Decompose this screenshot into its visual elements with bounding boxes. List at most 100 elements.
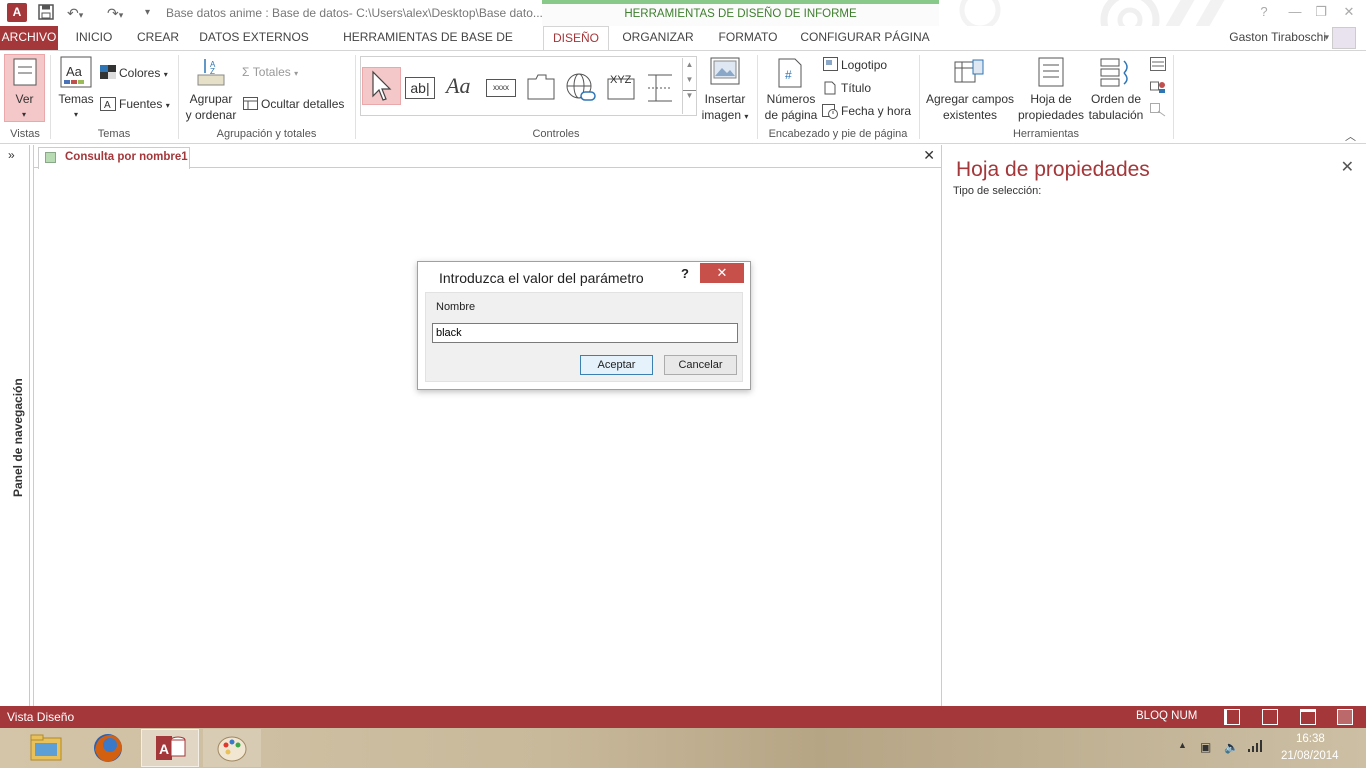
query-icon <box>45 152 56 163</box>
page-break-control-icon[interactable] <box>646 73 674 106</box>
numeros-label-2[interactable]: de página <box>762 108 820 123</box>
avatar[interactable] <box>1332 27 1356 49</box>
colors-icon[interactable] <box>100 65 116 82</box>
hoja-propiedades-label-2[interactable]: propiedades <box>1016 108 1086 123</box>
cancelar-button[interactable]: Cancelar <box>664 355 737 375</box>
insertar-label[interactable]: Insertar <box>697 92 753 107</box>
hoja-propiedades-label-1[interactable]: Hoja de <box>1016 92 1086 107</box>
tab-crear[interactable]: CREAR <box>130 26 186 50</box>
orden-tabulacion-label-2[interactable]: tabulación <box>1086 108 1146 123</box>
document-tab-label: Consulta por nombre1 <box>65 151 188 163</box>
numeros-label-1[interactable]: Números <box>762 92 820 107</box>
report-view-icon[interactable] <box>1224 709 1240 725</box>
expand-nav-icon[interactable]: » <box>8 148 15 162</box>
close-property-sheet-icon[interactable]: ✕ <box>1341 157 1354 177</box>
dialog-close-button[interactable]: ✕ <box>700 263 744 283</box>
imagen-label[interactable]: imagen ▾ <box>697 108 753 124</box>
firefox-icon[interactable] <box>79 729 137 767</box>
view-code-icon[interactable] <box>1150 80 1166 97</box>
agregar-campos-label-2[interactable]: existentes <box>922 108 1018 123</box>
tab-configurar-pagina[interactable]: CONFIGURAR PÁGINA <box>796 26 934 50</box>
colores-button[interactable]: Colores ▾ <box>119 66 168 80</box>
fecha-hora-button[interactable]: Fecha y hora <box>841 104 911 118</box>
separator <box>919 55 920 139</box>
convert-macros-icon[interactable] <box>1150 103 1166 120</box>
textbox-control-icon[interactable]: ab| <box>405 77 435 99</box>
button-control-icon[interactable]: xxxx <box>486 79 516 97</box>
agregar-campos-label-1[interactable]: Agregar campos <box>922 92 1018 107</box>
page-numbers-icon[interactable]: # <box>777 57 803 92</box>
access-logo-icon[interactable]: A <box>7 3 27 22</box>
nav-pane-label[interactable]: Panel de navegación <box>11 347 25 497</box>
logotipo-button[interactable]: Logotipo <box>841 58 887 72</box>
separator <box>355 55 356 139</box>
hide-details-icon[interactable] <box>243 97 258 113</box>
sort-group-icon[interactable]: AZ <box>196 57 226 90</box>
parameter-input[interactable] <box>432 323 738 343</box>
network-status-icon[interactable]: ▣ <box>1200 740 1211 754</box>
customize-qat-icon[interactable]: ▾ <box>145 4 150 22</box>
navigation-pane[interactable]: » Panel de navegación <box>0 145 30 706</box>
dialog-body: Nombre Aceptar Cancelar <box>425 292 743 382</box>
collapse-ribbon-icon[interactable]: ︿ <box>1345 128 1356 144</box>
tab-organizar[interactable]: ORGANIZAR <box>616 26 700 50</box>
tab-herramientas-bd[interactable]: HERRAMIENTAS DE BASE DE DATOS <box>322 26 534 66</box>
design-view-icon[interactable] <box>1337 709 1353 725</box>
user-account[interactable]: Gaston Tiraboschi <box>1229 30 1326 44</box>
insert-image-icon[interactable] <box>709 56 741 89</box>
fonts-icon[interactable]: A <box>100 97 116 114</box>
titulo-button[interactable]: Título <box>841 81 871 95</box>
web-browser-control-icon[interactable]: XYZ <box>607 73 635 104</box>
print-preview-icon[interactable] <box>1262 709 1278 725</box>
ver-chevron-icon: ▾ <box>21 110 26 119</box>
aceptar-button[interactable]: Aceptar <box>580 355 653 375</box>
tab-order-icon[interactable] <box>1100 57 1132 90</box>
totales-button[interactable]: Σ Totales ▾ <box>242 65 298 79</box>
restore-icon[interactable]: ❐ <box>1308 2 1334 22</box>
subform-icon[interactable] <box>1150 57 1166 74</box>
redo-icon[interactable]: ↷▾ <box>107 4 123 22</box>
undo-icon[interactable]: ↶▾ <box>67 4 83 22</box>
tab-archivo[interactable]: ARCHIVO <box>0 26 58 50</box>
fuentes-button[interactable]: Fuentes ▾ <box>119 97 170 111</box>
ocultar-detalles-button[interactable]: Ocultar detalles <box>261 97 344 111</box>
add-fields-icon[interactable] <box>954 59 984 88</box>
account-chevron-icon[interactable]: ▾ <box>1324 32 1329 43</box>
close-window-icon[interactable]: ✕ <box>1336 2 1362 22</box>
document-tab[interactable]: Consulta por nombre1 <box>38 147 190 169</box>
help-icon[interactable]: ? <box>1251 2 1277 22</box>
paint-icon[interactable] <box>203 729 261 767</box>
access-taskbar-icon[interactable]: A <box>141 729 199 767</box>
document-area: Consulta por nombre1 ✕ <box>33 145 942 706</box>
show-hidden-icons-icon[interactable]: ▲ <box>1178 740 1187 750</box>
group-label-encabezado: Encabezado y pie de página <box>768 128 908 140</box>
separator <box>50 55 51 139</box>
volume-icon[interactable]: 🔈 <box>1224 740 1239 754</box>
orden-tabulacion-label-1[interactable]: Orden de <box>1086 92 1146 107</box>
themes-icon[interactable]: Aa <box>60 56 92 91</box>
temas-label[interactable]: Temas <box>55 92 97 107</box>
hyperlink-control-icon[interactable] <box>565 72 597 107</box>
agrupar-label-2[interactable]: y ordenar <box>182 108 240 123</box>
svg-text:Aa: Aa <box>66 64 83 79</box>
tab-diseno[interactable]: DISEÑO <box>543 26 609 50</box>
minimize-icon[interactable]: — <box>1282 2 1308 22</box>
parameter-dialog: Introduzca el valor del parámetro ? ✕ No… <box>417 261 751 390</box>
label-control-icon[interactable]: Aa <box>446 73 470 99</box>
tab-inicio[interactable]: INICIO <box>66 26 122 50</box>
layout-view-icon[interactable] <box>1300 709 1316 725</box>
separator <box>757 55 758 139</box>
tab-control-icon[interactable] <box>526 73 556 104</box>
dialog-help-icon[interactable]: ? <box>681 266 689 281</box>
clock-date[interactable]: 21/08/2014 <box>1281 750 1339 762</box>
clock-time[interactable]: 16:38 <box>1296 733 1325 745</box>
agrupar-label-1[interactable]: Agrupar <box>182 92 240 107</box>
tab-datos-externos[interactable]: DATOS EXTERNOS <box>195 26 313 50</box>
save-icon[interactable] <box>38 4 54 22</box>
gallery-scroll[interactable]: ▲ ▼ ▼ <box>682 58 696 114</box>
signal-icon[interactable] <box>1248 740 1264 755</box>
property-sheet-icon[interactable] <box>1038 57 1064 90</box>
file-explorer-icon[interactable] <box>17 729 75 767</box>
close-document-icon[interactable]: ✕ <box>923 147 935 164</box>
tab-formato[interactable]: FORMATO <box>710 26 786 50</box>
